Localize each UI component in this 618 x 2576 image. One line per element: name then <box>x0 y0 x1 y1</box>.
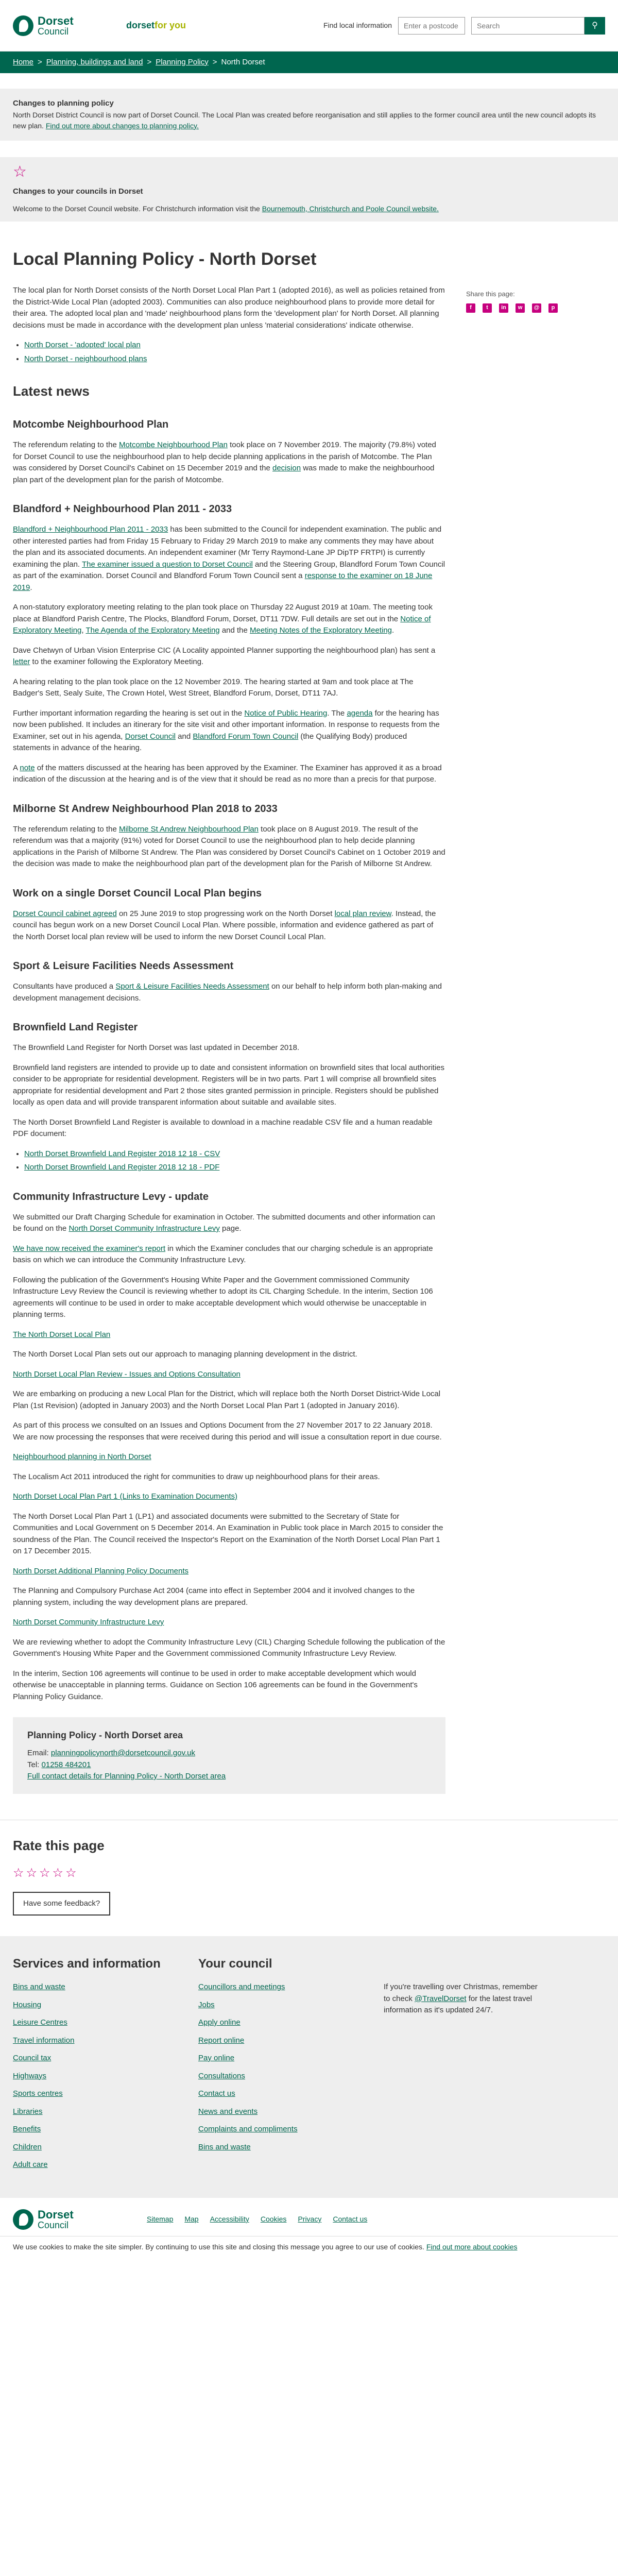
dorset-council-logo[interactable]: Dorset Council <box>13 15 116 36</box>
main-content: Local Planning Policy - North Dorset The… <box>13 222 605 1820</box>
cookie-banner: We use cookies to make the site simpler.… <box>0 2235 618 2259</box>
letter-link[interactable]: letter <box>13 657 30 666</box>
contact-box: Planning Policy - North Dorset area Emai… <box>13 1717 445 1794</box>
section-5: North Dorset Additional Planning Policy … <box>13 1566 189 1575</box>
blandford-heading: Blandford + Neighbourhood Plan 2011 - 20… <box>13 503 232 515</box>
feedback-button[interactable]: Have some feedback? <box>13 1891 111 1916</box>
notice-link[interactable]: Find out more about changes to planning … <box>46 122 199 130</box>
rating-stars[interactable]: ☆☆☆☆☆ <box>13 1864 605 1883</box>
sport-heading: Sport & Leisure Facilities Needs Assessm… <box>13 960 234 972</box>
intro-links: North Dorset - 'adopted' local plan Nort… <box>24 340 445 365</box>
share-title: Share this page: <box>466 290 515 298</box>
dorset-council-statement-link[interactable]: Dorset Council <box>125 732 176 741</box>
dorset-logo-icon <box>13 15 33 36</box>
single-plan-heading: Work on a single Dorset Council Local Pl… <box>13 887 262 899</box>
travel-notice: If you're travelling over Christmas, rem… <box>384 1982 538 2014</box>
travel-dorset-link[interactable]: @TravelDorset <box>415 1994 467 2003</box>
breadcrumb-current: North Dorset <box>221 57 265 66</box>
breadcrumb-planning-policy[interactable]: Planning Policy <box>156 57 209 69</box>
email-icon[interactable]: @ <box>532 303 541 313</box>
agenda-link[interactable]: agenda <box>347 709 372 718</box>
bcp-link[interactable]: Bournemouth, Christchurch and Poole Coun… <box>262 205 439 213</box>
services-heading: Services and information <box>13 1957 161 1971</box>
page-title: Local Planning Policy - North Dorset <box>13 249 317 269</box>
meeting-notes-link[interactable]: Meeting Notes of the Exploratory Meeting <box>250 626 392 635</box>
dorset-for-you-logo[interactable]: dorsetfor you <box>126 19 186 32</box>
cil-heading: Community Infrastructure Levy - update <box>13 1191 209 1202</box>
brownfield-pdf-link[interactable]: North Dorset Brownfield Land Register 20… <box>24 1163 219 1172</box>
blandford-town-council-link[interactable]: Blandford Forum Town Council <box>193 732 298 741</box>
council-list: Councillors and meetings Jobs Apply onli… <box>198 1982 298 2151</box>
brownfield-csv-link[interactable]: North Dorset Brownfield Land Register 20… <box>24 1149 220 1158</box>
motcombe-decision-link[interactable]: decision <box>272 464 301 472</box>
breadcrumb-planning[interactable]: Planning, buildings and land <box>46 57 143 69</box>
find-local-label: Find local information <box>323 21 392 29</box>
section-6: North Dorset Community Infrastructure Le… <box>13 1618 164 1626</box>
adopted-local-plan-link[interactable]: North Dorset - 'adopted' local plan <box>24 341 141 349</box>
hearing-text: A hearing relating to the plan took plac… <box>13 677 414 698</box>
footer: Services and information Bins and waste … <box>0 1936 618 2198</box>
star-icon: ☆ <box>13 163 27 180</box>
latest-news-heading: Latest news <box>13 383 90 399</box>
neighbourhood-plans-link[interactable]: North Dorset - neighbourhood plans <box>24 354 147 363</box>
your-council-heading: Your council <box>198 1957 272 1971</box>
milborne-plan-link[interactable]: Milborne St Andrew Neighbourhood Plan <box>119 825 259 834</box>
search-input[interactable] <box>471 16 585 35</box>
facebook-icon[interactable]: f <box>466 303 475 313</box>
dorset-logo-icon <box>13 2209 33 2230</box>
footer-links: Sitemap Map Accessibility Cookies Privac… <box>147 2215 368 2223</box>
milborne-heading: Milborne St Andrew Neighbourhood Plan 20… <box>13 803 278 815</box>
postcode-input[interactable] <box>398 16 465 35</box>
share-panel: Share this page: f t in w @ p <box>466 285 600 1820</box>
rate-title: Rate this page <box>13 1837 105 1853</box>
notice-hearing-link[interactable]: Notice of Public Hearing <box>244 709 327 718</box>
footer-logo[interactable]: Dorset Council <box>13 2209 116 2230</box>
services-list: Bins and waste Housing Leisure Centres T… <box>13 1982 75 2169</box>
cookie-link[interactable]: Find out more about cookies <box>426 2243 518 2251</box>
intro-text: The local plan for North Dorset consists… <box>13 286 445 330</box>
section-4: North Dorset Local Plan Part 1 (Links to… <box>13 1492 238 1501</box>
rate-this-page: Rate this page ☆☆☆☆☆ Have some feedback? <box>0 1819 618 1937</box>
print-icon[interactable]: p <box>548 303 558 313</box>
breadcrumb: Home > Planning, buildings and land > Plan… <box>0 52 618 73</box>
site-header: Dorset Council dorsetfor you Find local … <box>0 0 618 52</box>
examiner-question-link[interactable]: The examiner issued a question to Dorset… <box>82 560 253 569</box>
breadcrumb-home[interactable]: Home <box>13 57 33 69</box>
search-icon[interactable]: ⚲ <box>585 16 605 35</box>
local-plan-review-link[interactable]: local plan review <box>335 909 391 918</box>
blandford-plan-link[interactable]: Blandford + Neighbourhood Plan 2011 - 20… <box>13 525 168 534</box>
planning-policy-notice: Changes to planning policy North Dorset … <box>0 89 618 141</box>
contact-tel-link[interactable]: 01258 484201 <box>42 1760 91 1769</box>
logo-name: Dorset <box>38 14 74 27</box>
notice2-title: Changes to your councils in Dorset <box>13 187 143 196</box>
cabinet-agreed-link[interactable]: Dorset Council cabinet agreed <box>13 909 117 918</box>
contact-email-link[interactable]: planningpolicynorth@dorsetcouncil.gov.uk <box>51 1749 195 1757</box>
footer-bottom: Dorset Council Sitemap Map Accessibility… <box>0 2197 618 2236</box>
section-1: North Dorset Local Plan Review - Issues … <box>13 1369 241 1379</box>
council-changes-notice: ☆ Changes to your councils in Dorset Wel… <box>0 157 618 222</box>
full-contact-link[interactable]: Full contact details for Planning Policy… <box>27 1772 226 1781</box>
twitter-icon[interactable]: t <box>483 303 492 313</box>
section-3: Neighbourhood planning in North Dorset <box>13 1452 151 1461</box>
section-0: The North Dorset Local Plan <box>13 1330 111 1339</box>
contact-title: Planning Policy - North Dorset area <box>27 1730 183 1740</box>
examiner-report-link[interactable]: We have now received the examiner's repo… <box>13 1244 165 1253</box>
notice-title: Changes to planning policy <box>13 99 114 108</box>
brownfield-downloads: North Dorset Brownfield Land Register 20… <box>24 1148 445 1174</box>
agenda-exploratory-link[interactable]: The Agenda of the Exploratory Meeting <box>85 626 219 635</box>
linkedin-icon[interactable]: in <box>499 303 508 313</box>
motcombe-heading: Motcombe Neighbourhood Plan <box>13 419 169 430</box>
motcombe-plan-link[interactable]: Motcombe Neighbourhood Plan <box>119 440 228 449</box>
brownfield-heading: Brownfield Land Register <box>13 1022 138 1033</box>
sport-assessment-link[interactable]: Sport & Leisure Facilities Needs Assessm… <box>115 982 269 991</box>
cil-page-link[interactable]: North Dorset Community Infrastructure Le… <box>68 1224 219 1233</box>
note-link[interactable]: note <box>20 764 35 772</box>
logo-sub: Council <box>38 26 69 37</box>
whatsapp-icon[interactable]: w <box>516 303 525 313</box>
